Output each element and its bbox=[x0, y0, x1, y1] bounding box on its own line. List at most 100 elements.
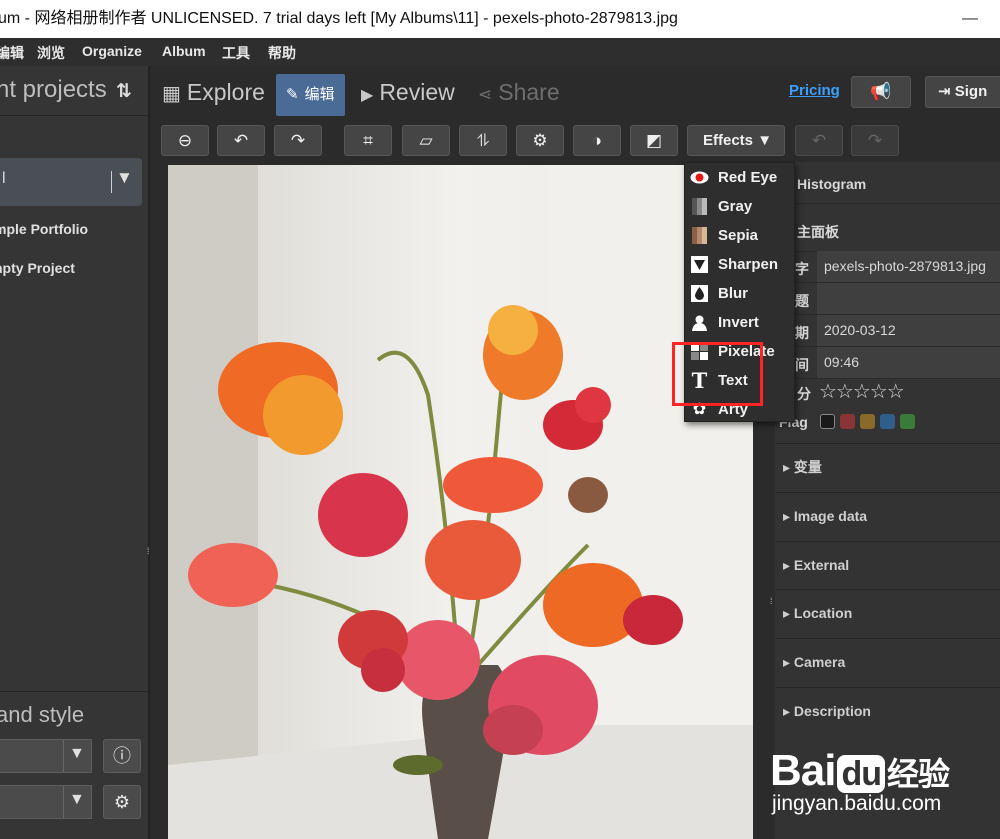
brand-part: Bai bbox=[770, 746, 836, 795]
crop-icon[interactable]: ⌗ bbox=[344, 125, 392, 156]
time-field[interactable]: 09:46 bbox=[817, 347, 1000, 378]
chevron-down-icon: ▼ bbox=[69, 745, 85, 762]
straighten-icon[interactable]: ▱ bbox=[402, 125, 450, 156]
section-label: Camera bbox=[793, 654, 846, 670]
menu-tools[interactable]: 工具 bbox=[222, 43, 250, 63]
flag-color-blue[interactable] bbox=[880, 414, 895, 429]
chevron-right-icon: ▸ bbox=[783, 703, 791, 719]
tab-share[interactable]: ⋖ Share bbox=[478, 74, 560, 116]
watermark-url: jingyan.baidu.com bbox=[772, 792, 942, 815]
menu-browse[interactable]: 浏览 bbox=[37, 43, 65, 63]
rotate-left-icon[interactable]: ↶ bbox=[217, 125, 265, 156]
rotate-right-icon[interactable]: ↷ bbox=[274, 125, 322, 156]
tab-explore[interactable]: ▦ Explore bbox=[162, 74, 265, 116]
theme-dropdown[interactable]: ▼ bbox=[0, 739, 92, 773]
effect-label: Sharpen bbox=[718, 256, 779, 273]
flag-color-black[interactable] bbox=[820, 414, 835, 429]
undo-icon[interactable]: ↶ bbox=[795, 125, 843, 156]
section-label: Image data bbox=[793, 508, 868, 524]
effects-label: Effects bbox=[703, 132, 754, 149]
sharpen-icon bbox=[691, 256, 708, 273]
divider bbox=[63, 740, 64, 772]
section-external[interactable]: ▸ External bbox=[775, 541, 1000, 589]
style-title: and style bbox=[0, 702, 85, 727]
flag-color-green[interactable] bbox=[900, 414, 915, 429]
tab-edit-label: 编辑 bbox=[304, 86, 335, 103]
play-icon: ▶ bbox=[361, 87, 374, 104]
section-description[interactable]: ▸ Description bbox=[775, 687, 1000, 735]
tab-explore-label: Explore bbox=[186, 79, 265, 105]
project-item[interactable]: npty Project bbox=[0, 260, 75, 276]
rating-label: 分 bbox=[797, 386, 811, 402]
effect-invert[interactable]: Invert bbox=[685, 308, 796, 337]
style-dropdown[interactable]: ▼ bbox=[0, 785, 92, 819]
effect-label: Invert bbox=[718, 314, 759, 331]
effect-red-eye[interactable]: Red Eye bbox=[685, 163, 796, 192]
chevron-right-icon: ▸ bbox=[783, 459, 791, 475]
contrast-icon[interactable]: ◑ bbox=[573, 125, 621, 156]
sepia-icon bbox=[692, 227, 707, 244]
flag-color-red[interactable] bbox=[840, 414, 855, 429]
section-camera[interactable]: ▸ Camera bbox=[775, 638, 1000, 686]
effect-sepia[interactable]: Sepia bbox=[685, 221, 796, 250]
minimize-button[interactable]: — bbox=[962, 0, 978, 38]
menu-edit[interactable]: 编辑 bbox=[0, 43, 24, 63]
paw-icon: du bbox=[837, 755, 886, 793]
effect-label: Gray bbox=[718, 198, 753, 215]
sign-in-button[interactable]: ⇥ Sign bbox=[925, 76, 1000, 108]
effect-sharpen[interactable]: Sharpen bbox=[685, 250, 796, 279]
watermark-brand: Bai du 经验 bbox=[770, 746, 950, 796]
project-selector[interactable]: l ▼ bbox=[0, 158, 142, 206]
histogram-header[interactable]: Histogram bbox=[775, 164, 1000, 204]
megaphone-icon[interactable]: 📢 bbox=[851, 76, 911, 108]
settings-icon[interactable]: ⚙ bbox=[516, 125, 564, 156]
section-location[interactable]: ▸ Location bbox=[775, 589, 1000, 637]
divider bbox=[63, 786, 64, 818]
redo-icon[interactable]: ↷ bbox=[851, 125, 899, 156]
flag-color-yellow[interactable] bbox=[860, 414, 875, 429]
projects-panel: nt projects ⇅ l ▼ mple Portfolio npty Pr… bbox=[0, 66, 150, 839]
tab-review-label: Review bbox=[379, 79, 455, 105]
section-label: 变量 bbox=[793, 459, 822, 475]
chevron-right-icon: ▸ bbox=[783, 654, 791, 670]
edit-toolbar: ⊖ ↶ ↷ ⌗ ▱ ⥮ ⚙ ◑ ◩ Effects ▼ ↶ ↷ bbox=[152, 118, 1000, 162]
info-icon[interactable]: ⓘ bbox=[103, 739, 141, 773]
menu-album[interactable]: Album bbox=[162, 43, 206, 59]
filename-field[interactable]: pexels-photo-2879813.jpg bbox=[817, 251, 1000, 282]
menu-organize[interactable]: Organize bbox=[82, 43, 142, 59]
effect-blur[interactable]: Blur bbox=[685, 279, 796, 308]
title-field[interactable] bbox=[817, 283, 1000, 314]
zoom-out-icon[interactable]: ⊖ bbox=[161, 125, 209, 156]
effects-button[interactable]: Effects ▼ bbox=[687, 125, 785, 156]
app-window: um - 网络相册制作者 UNLICENSED. 7 trial days le… bbox=[0, 0, 1000, 839]
top-navigation: ▦ Explore ✎ 编辑 ▶ Review ⋖ Share Pricing 📢 ⇥ … bbox=[152, 66, 1000, 118]
invert-icon bbox=[691, 314, 708, 331]
grid-icon: ▦ bbox=[162, 83, 181, 105]
photo-canvas[interactable] bbox=[168, 165, 753, 839]
main-panel-header[interactable]: 主面板 bbox=[775, 212, 1000, 252]
exposure-icon[interactable]: ◩ bbox=[630, 125, 678, 156]
section-variables[interactable]: ▸ 变量 bbox=[775, 443, 1000, 491]
baidu-watermark: Bai du 经验 jingyan.baidu.com bbox=[762, 730, 1000, 839]
field-name-row: 字 pexels-photo-2879813.jpg bbox=[775, 251, 1000, 283]
tab-edit[interactable]: ✎ 编辑 bbox=[276, 74, 345, 116]
rating-stars[interactable]: ☆☆☆☆☆ bbox=[819, 379, 905, 404]
effect-gray[interactable]: Gray bbox=[685, 192, 796, 221]
chevron-down-icon[interactable]: ▼ bbox=[116, 168, 133, 188]
field-key: 期 bbox=[795, 325, 809, 341]
flip-icon[interactable]: ⥮ bbox=[459, 125, 507, 156]
pencil-icon: ✎ bbox=[286, 86, 299, 103]
chevron-down-icon: ▼ bbox=[69, 791, 85, 808]
tab-review[interactable]: ▶ Review bbox=[361, 74, 455, 116]
window-title: um - 网络相册制作者 UNLICENSED. 7 trial days le… bbox=[0, 10, 678, 27]
left-splitter-handle[interactable]: ⁞ bbox=[147, 546, 153, 556]
gear-icon[interactable]: ⚙ bbox=[103, 785, 141, 819]
section-label: External bbox=[793, 557, 850, 573]
pricing-link[interactable]: Pricing bbox=[789, 82, 840, 99]
sort-arrows-icon[interactable]: ⇅ bbox=[116, 80, 132, 103]
section-image-data[interactable]: ▸ Image data bbox=[775, 492, 1000, 540]
menu-help[interactable]: 帮助 bbox=[268, 43, 296, 63]
project-item[interactable]: mple Portfolio bbox=[0, 221, 88, 237]
flower-photo bbox=[168, 165, 753, 839]
date-field[interactable]: 2020-03-12 bbox=[817, 315, 1000, 346]
